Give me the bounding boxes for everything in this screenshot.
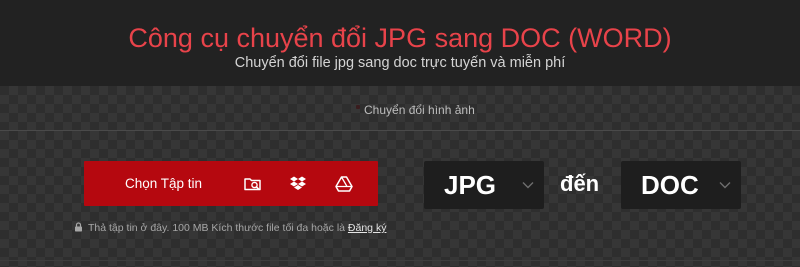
lock-icon	[74, 222, 83, 236]
google-drive-icon[interactable]	[334, 174, 354, 194]
footer-divider	[0, 260, 800, 261]
choose-file-button[interactable]: Chọn Tập tin	[84, 161, 378, 206]
upload-note-text: Thả tập tin ở đây. 100 MB Kích thước fil…	[88, 222, 345, 234]
chevron-down-icon	[719, 181, 731, 189]
page-subtitle: Chuyển đổi file jpg sang doc trực tuyến …	[234, 55, 566, 71]
page-title: Công cụ chuyển đổi JPG sang DOC (WORD)	[128, 23, 672, 53]
nav-link-image-conversion[interactable]: Chuyển đổi hình ảnh	[364, 102, 475, 118]
upload-note: Thả tập tin ở đây. 100 MB Kích thước fil…	[74, 221, 386, 236]
target-format-value: DOC	[641, 170, 699, 200]
folder-search-icon[interactable]	[243, 174, 263, 194]
choose-file-label: Chọn Tập tin	[125, 176, 203, 191]
conversion-connector: đến	[560, 171, 600, 196]
source-format-select[interactable]: JPG	[424, 161, 544, 209]
nav-marker	[356, 105, 360, 109]
chevron-down-icon	[522, 181, 534, 189]
header: Công cụ chuyển đổi JPG sang DOC (WORD) C…	[0, 0, 800, 86]
target-format-select[interactable]: DOC	[621, 161, 741, 209]
signup-link[interactable]: Đăng ký	[348, 222, 387, 234]
source-format-value: JPG	[444, 170, 497, 200]
dropbox-icon[interactable]	[288, 174, 308, 194]
